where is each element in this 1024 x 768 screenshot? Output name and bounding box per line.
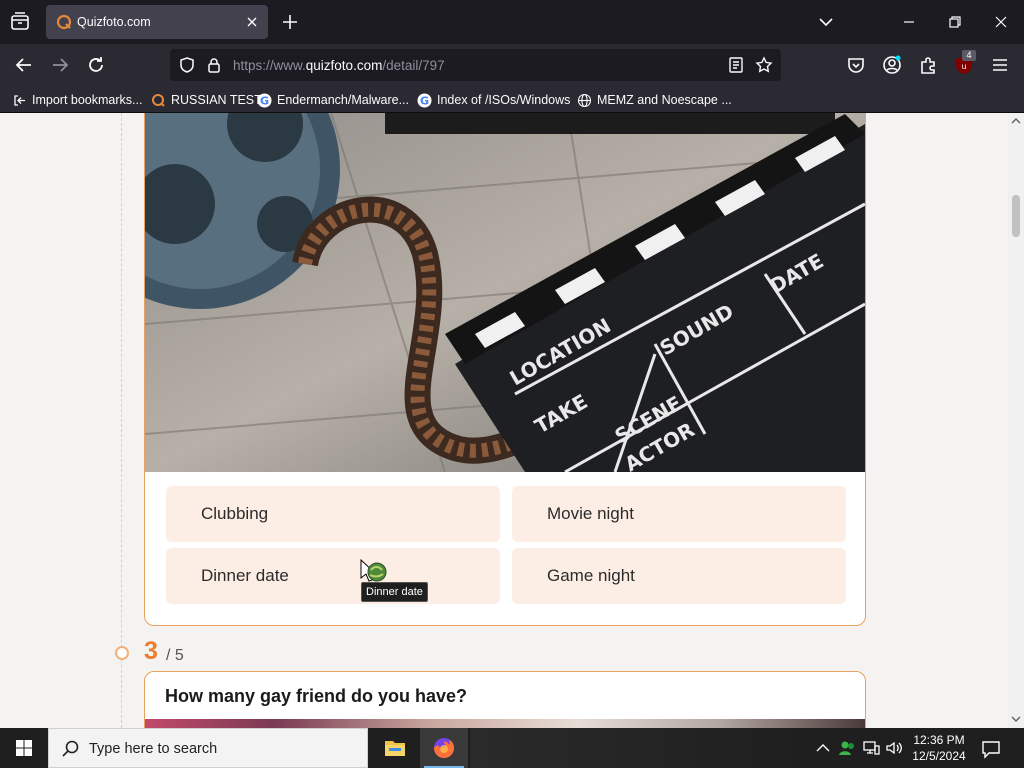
- address-bar[interactable]: https://www.quizfoto.com/detail/797: [170, 49, 781, 81]
- timeline-line: [121, 113, 122, 728]
- scroll-down-icon[interactable]: [1011, 714, 1021, 724]
- ublock-badge: 4: [962, 50, 976, 61]
- windows-taskbar: Type here to search 12:36 PM 12/5/2024: [0, 728, 1024, 768]
- bookmark-label: Index of /ISOs/Windows: [437, 93, 571, 107]
- tab-quizfoto[interactable]: Quizfoto.com: [46, 5, 268, 39]
- bookmark-memz[interactable]: MEMZ and Noescape ...: [577, 90, 732, 110]
- new-tab-icon[interactable]: [280, 12, 300, 32]
- scroll-up-icon[interactable]: [1011, 116, 1021, 126]
- clock-time: 12:36 PM: [913, 733, 965, 747]
- users-tray-icon[interactable]: [837, 738, 857, 758]
- navigation-bar: https://www.quizfoto.com/detail/797 u 4: [0, 44, 1024, 86]
- show-hidden-icons-chevron-icon[interactable]: [813, 738, 833, 758]
- back-icon[interactable]: [13, 54, 35, 76]
- quiz-question-card: LOCATION SOUND DATE TAKE SCENE ACTOR Clu…: [144, 113, 866, 626]
- step-total: / 5: [166, 647, 184, 664]
- search-placeholder: Type here to search: [89, 741, 218, 757]
- taskbar-empty-area: [470, 728, 800, 768]
- scroll-thumb[interactable]: [1012, 195, 1020, 237]
- network-icon[interactable]: [861, 738, 881, 758]
- question-text: How many gay friend do you have?: [165, 686, 468, 706]
- forward-icon[interactable]: [49, 54, 71, 76]
- globe-icon: [577, 93, 592, 107]
- film-clapperboard-illustration: LOCATION SOUND DATE TAKE SCENE ACTOR: [145, 113, 865, 472]
- taskbar-search-box[interactable]: Type here to search: [48, 728, 368, 768]
- url-prefix: https://www.: [233, 58, 306, 73]
- bookmark-endermanch[interactable]: G Endermanch/Malware...: [257, 90, 409, 110]
- answer-option-dinner-date[interactable]: Dinner date: [166, 548, 500, 604]
- page-content[interactable]: LOCATION SOUND DATE TAKE SCENE ACTOR Clu…: [0, 113, 1008, 728]
- svg-text:G: G: [260, 94, 269, 107]
- account-icon[interactable]: [881, 54, 903, 76]
- pocket-icon[interactable]: [845, 54, 867, 76]
- tracking-protection-shield-icon[interactable]: [178, 56, 196, 74]
- step-marker-dot: [115, 646, 129, 660]
- svg-text:G: G: [420, 94, 429, 107]
- bookmark-label: MEMZ and Noescape ...: [597, 93, 732, 107]
- tab-close-icon[interactable]: [244, 14, 260, 30]
- question-photo: [145, 719, 865, 728]
- list-all-tabs-chevron-icon[interactable]: [816, 12, 836, 32]
- import-icon: [14, 94, 25, 106]
- step-number: 3: [144, 637, 158, 665]
- bookmark-label: RUSSIAN TEST: [171, 93, 262, 107]
- answer-option-clubbing[interactable]: Clubbing: [166, 486, 500, 542]
- file-explorer-icon: [385, 741, 405, 756]
- tab-bar: Quizfoto.com: [0, 0, 1024, 44]
- next-question-card: How many gay friend do you have?: [144, 671, 866, 728]
- search-icon: [62, 740, 79, 757]
- google-icon: G: [417, 93, 432, 107]
- bookmark-index-isos[interactable]: G Index of /ISOs/Windows: [417, 90, 570, 110]
- tab-list-icon[interactable]: [8, 10, 32, 34]
- reload-icon[interactable]: [85, 54, 107, 76]
- svg-text:u: u: [961, 62, 966, 71]
- answer-option-game-night[interactable]: Game night: [512, 548, 846, 604]
- taskbar-file-explorer[interactable]: [371, 728, 419, 768]
- page-scrollbar[interactable]: [1008, 113, 1024, 728]
- bookmark-label: Import bookmarks...: [32, 93, 143, 107]
- answer-option-movie-night[interactable]: Movie night: [512, 486, 846, 542]
- bookmark-label: Endermanch/Malware...: [277, 93, 410, 107]
- windows-start-icon[interactable]: [0, 728, 48, 768]
- quizfoto-icon: [152, 93, 165, 107]
- reader-view-icon[interactable]: [727, 56, 745, 74]
- firefox-icon: [434, 738, 454, 758]
- bookmark-russian-test[interactable]: RUSSIAN TEST: [151, 90, 262, 110]
- close-window-icon[interactable]: [991, 12, 1011, 32]
- clock-date: 12/5/2024: [912, 749, 966, 763]
- menu-hamburger-icon[interactable]: [989, 54, 1011, 76]
- bookmarks-toolbar: Import bookmarks... RUSSIAN TEST G Ender…: [0, 86, 1024, 113]
- taskbar-firefox[interactable]: [420, 728, 468, 768]
- question-photo-film-clapperboard: LOCATION SOUND DATE TAKE SCENE ACTOR: [145, 113, 865, 472]
- minimize-icon[interactable]: [899, 12, 919, 32]
- bookmark-star-icon[interactable]: [755, 56, 773, 74]
- notifications-icon[interactable]: [980, 738, 1002, 760]
- tooltip: Dinner date: [361, 582, 428, 602]
- quizfoto-favicon-icon: [56, 14, 72, 30]
- url-path: /detail/797: [382, 58, 445, 73]
- taskbar-clock[interactable]: 12:36 PM 12/5/2024: [904, 732, 974, 764]
- bookmark-import[interactable]: Import bookmarks...: [12, 90, 142, 110]
- google-icon: G: [257, 93, 272, 107]
- extensions-puzzle-icon[interactable]: [917, 54, 939, 76]
- url-text: https://www.quizfoto.com/detail/797: [233, 58, 445, 73]
- url-domain: quizfoto.com: [305, 58, 383, 73]
- lock-icon[interactable]: [205, 56, 223, 74]
- volume-icon[interactable]: [884, 738, 904, 758]
- restore-icon[interactable]: [945, 12, 965, 32]
- tab-title: Quizfoto.com: [77, 15, 151, 29]
